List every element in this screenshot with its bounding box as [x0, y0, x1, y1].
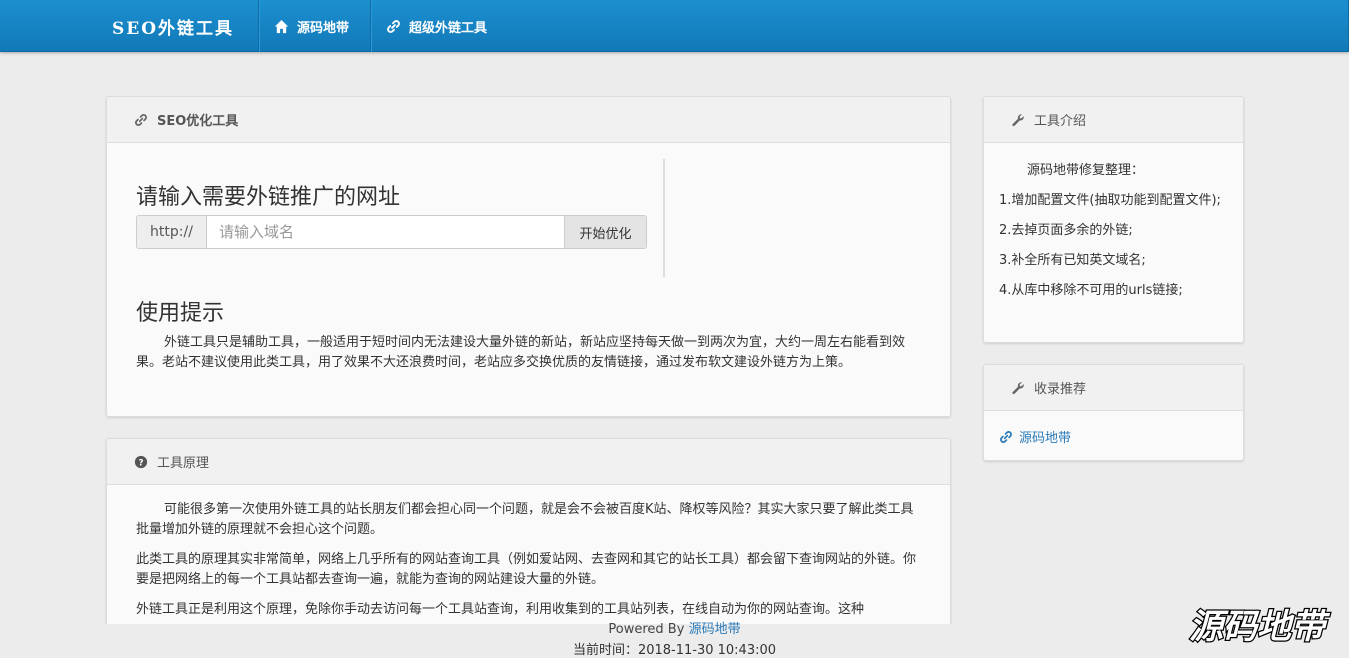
- intro-lead: 源码地带修复整理：: [1027, 163, 1145, 178]
- wrench-icon: [1012, 113, 1024, 126]
- top-navbar: SEO外链工具 源码地带 超级外链工具: [0, 0, 1349, 52]
- principle-paragraph: 可能很多第一次使用外链工具的站长朋友们都会担心同一个问题，就是会不会被百度K站、…: [136, 502, 914, 537]
- principle-body: 可能很多第一次使用外链工具的站长朋友们都会担心同一个问题，就是会不会被百度K站、…: [107, 485, 950, 620]
- principle-paragraph: 外链工具正是利用这个原理，免除你手动去访问每一个工具站查询，利用收集到的工具站列…: [136, 602, 865, 617]
- intro-panel-header: 工具介绍: [984, 97, 1243, 143]
- intro-item: 1.增加配置文件(抽取功能到配置文件);: [999, 193, 1221, 208]
- recommend-panel-title: 收录推荐: [1034, 382, 1087, 397]
- principle-panel-title: 工具原理: [157, 456, 210, 471]
- recommend-link[interactable]: 源码地带: [999, 427, 1071, 446]
- tips-text: 外链工具只是辅助工具，一般适用于短时间内无法建设大量外链的新站，新站应坚持每天做…: [136, 335, 906, 370]
- watermark-text: 源码地带: [1189, 607, 1331, 647]
- domain-input[interactable]: [207, 216, 564, 248]
- seo-panel-title: SEO优化工具: [157, 114, 239, 129]
- prompt-title: 请输入需要外链推广的网址: [136, 185, 401, 210]
- nav-divider: [258, 0, 259, 52]
- link-icon: [135, 113, 147, 126]
- wrench-icon: [1012, 381, 1024, 394]
- tool-intro-panel: 工具介绍 源码地带修复整理： 1.增加配置文件(抽取功能到配置文件); 2.去掉…: [983, 96, 1244, 343]
- intro-body: 源码地带修复整理： 1.增加配置文件(抽取功能到配置文件); 2.去掉页面多余的…: [984, 143, 1243, 301]
- powered-link[interactable]: 源码地带: [689, 622, 741, 637]
- question-circle-icon: ?: [134, 455, 148, 468]
- brand-logo[interactable]: SEO外链工具: [112, 14, 234, 39]
- nav-divider: [370, 0, 371, 52]
- nav-item-link-tool-label: 超级外链工具: [409, 21, 488, 36]
- home-icon: [274, 19, 289, 34]
- link-icon: [1000, 430, 1012, 443]
- seo-tool-panel: SEO优化工具 请输入需要外链推广的网址 http:// 开始优化 使用提示 外…: [106, 96, 951, 417]
- intro-item: 4.从库中移除不可用的urls链接;: [999, 283, 1183, 298]
- link-icon: [387, 20, 400, 33]
- svg-text:?: ?: [138, 458, 143, 468]
- intro-panel-title: 工具介绍: [1034, 114, 1087, 129]
- url-input-group: http:// 开始优化: [136, 215, 647, 249]
- tips-title: 使用提示: [136, 301, 225, 326]
- tool-principle-panel: ? 工具原理 可能很多第一次使用外链工具的站长朋友们都会担心同一个问题，就是会不…: [106, 438, 951, 638]
- principle-paragraph: 此类工具的原理其实非常简单，网络上几乎所有的网站查询工具（例如爱站网、去查网和其…: [136, 552, 917, 587]
- nav-item-link-tool[interactable]: 超级外链工具: [386, 17, 487, 36]
- url-prefix-addon: http://: [137, 216, 207, 248]
- intro-item: 2.去掉页面多余的外链;: [999, 223, 1133, 238]
- vertical-divider: [663, 159, 665, 277]
- recommend-panel: 收录推荐 源码地带: [983, 364, 1244, 461]
- principle-panel-header: ? 工具原理: [107, 439, 950, 485]
- footer-powered: Powered By 源码地带: [0, 618, 1349, 637]
- intro-item: 3.补全所有已知英文域名;: [999, 253, 1146, 268]
- seo-panel-header: SEO优化工具: [107, 97, 950, 143]
- nav-item-home-label: 源码地带: [297, 21, 350, 36]
- footer-time: 当前时间：2018-11-30 10:43:00: [572, 643, 777, 658]
- watermark-logo: 源码地带: [1188, 606, 1332, 649]
- start-optimize-button[interactable]: 开始优化: [564, 216, 646, 248]
- recommend-panel-header: 收录推荐: [984, 365, 1243, 411]
- powered-prefix: Powered By: [608, 622, 689, 637]
- nav-item-home[interactable]: 源码地带: [274, 17, 349, 36]
- recommend-link-label: 源码地带: [1019, 431, 1072, 446]
